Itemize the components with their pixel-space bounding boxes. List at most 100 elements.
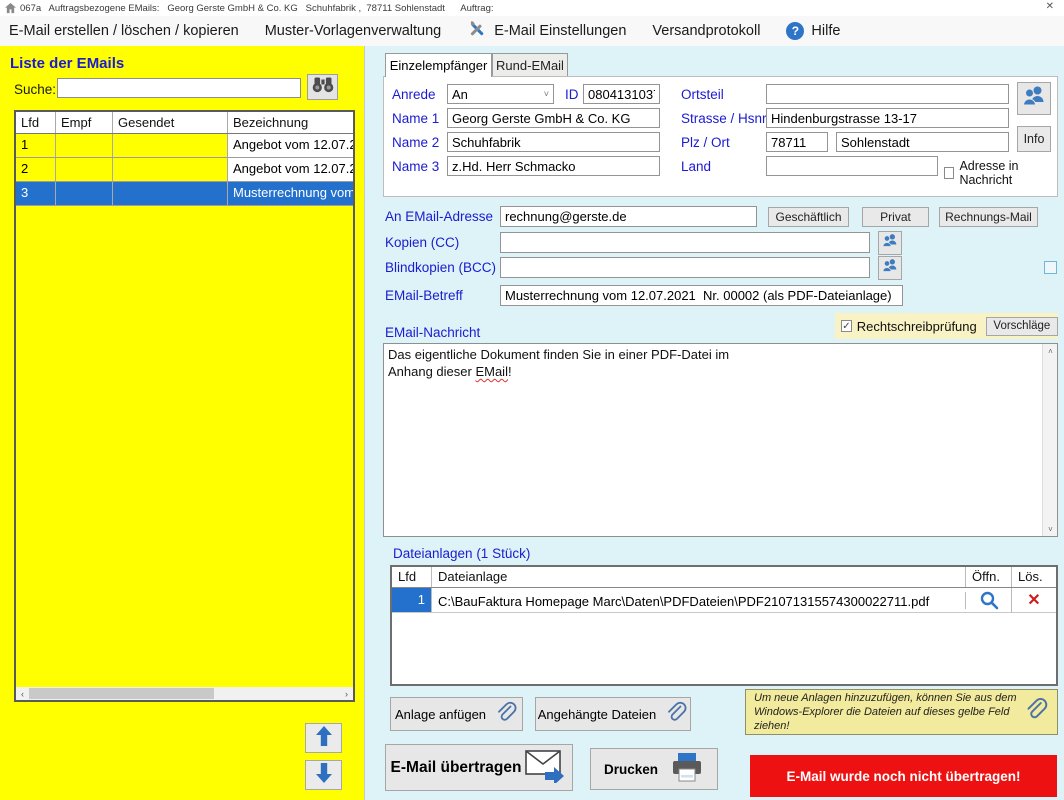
privat-button[interactable]: Privat [862, 207, 929, 227]
status-badge: E-Mail wurde noch nicht übertragen! [750, 755, 1057, 797]
menu-item-email-settings[interactable]: E-Mail Einstellungen [467, 19, 626, 43]
misspelled-word: EMail [475, 364, 508, 379]
paperclip-icon [1023, 696, 1049, 729]
adresse-in-nachricht-option[interactable]: Adresse in Nachricht [944, 159, 1057, 187]
button-label: Angehängte Dateien [538, 707, 657, 722]
delete-x-icon: ✕ [1027, 593, 1040, 609]
scroll-down-icon[interactable]: ˅ [1043, 522, 1058, 536]
contacts-people-icon [882, 233, 898, 253]
delete-attachment-button[interactable]: ✕ [1012, 591, 1056, 609]
hint-line: Um neue Anlagen hinzuzufügen, können Sie… [754, 691, 1017, 705]
search-button[interactable] [307, 74, 338, 100]
paperclip-icon [494, 700, 518, 729]
menu-item-help[interactable]: ? Hilfe [786, 22, 840, 40]
name1-field[interactable] [447, 108, 660, 128]
betreff-field[interactable] [500, 285, 903, 306]
cell-gesendet [113, 134, 228, 157]
menu-item-send-log[interactable]: Versandprotokoll [652, 23, 760, 39]
contacts-button[interactable] [1017, 82, 1051, 115]
send-email-button[interactable]: E-Mail übertragen [385, 744, 573, 791]
id-label: ID [565, 87, 579, 102]
geschaeftlich-button[interactable]: Geschäftlich [768, 207, 849, 227]
move-down-button[interactable] [305, 760, 342, 790]
message-line: Anhang dieser EMail! [388, 363, 1037, 380]
info-button[interactable]: Info [1017, 126, 1051, 152]
scrollbar-thumb[interactable] [29, 688, 214, 699]
adresse-checkbox-label: Adresse in Nachricht [959, 159, 1057, 187]
attachments-heading: Dateianlagen (1 Stück) [393, 546, 530, 561]
drag-drop-hint-box[interactable]: Um neue Anlagen hinzuzufügen, können Sie… [745, 689, 1058, 735]
table-row-selected[interactable]: 3 Musterrechnung vom 12.07.2 [16, 182, 353, 206]
land-field[interactable] [766, 156, 938, 176]
menu-item-template-management[interactable]: Muster-Vorlagenverwaltung [265, 23, 442, 39]
menu-item-create-delete-copy[interactable]: E-Mail erstellen / löschen / kopieren [9, 23, 239, 39]
vorschlaege-button[interactable]: Vorschläge [986, 317, 1058, 336]
column-header-dateianlage: Dateianlage [432, 567, 966, 587]
app-icon [5, 3, 16, 14]
tab-einzelempfaenger[interactable]: Einzelempfänger [385, 53, 492, 77]
open-attachment-button[interactable] [966, 588, 1012, 613]
name1-label: Name 1 [392, 111, 439, 126]
email-list-table: Lfd Empf Gesendet Bezeichnung 1 Angebot … [14, 110, 355, 702]
spellcheck-label: Rechtschreibprüfung [857, 319, 977, 334]
tab-rund-email[interactable]: Rund-EMail [492, 53, 568, 76]
strasse-field[interactable] [766, 108, 1009, 128]
column-header-lfd: Lfd [392, 567, 432, 587]
an-email-label: An EMail-Adresse [385, 209, 493, 224]
attachment-lfd: 1 [392, 588, 432, 612]
column-header-bezeichnung: Bezeichnung [228, 112, 353, 133]
menu-bar: E-Mail erstellen / löschen / kopieren Mu… [0, 16, 1064, 46]
close-icon[interactable]: ✕ [1046, 1, 1054, 12]
cell-empf [56, 134, 113, 157]
spellcheck-strip: ✓ Rechtschreibprüfung Vorschläge [835, 313, 1058, 339]
scroll-left-icon[interactable]: ‹ [16, 687, 29, 700]
cell-bezeichnung: Angebot vom 12.07.2021 Nr. [228, 158, 353, 181]
id-field[interactable] [583, 84, 660, 104]
scroll-up-icon[interactable]: ˄ [1043, 344, 1058, 358]
recipient-address-panel: Anrede An ˅ ID Name 1 Name 2 Name 3 Orts… [383, 76, 1058, 197]
move-up-button[interactable] [305, 723, 342, 753]
plz-field[interactable] [766, 132, 828, 152]
print-button[interactable]: Drucken [590, 748, 718, 790]
ort-field[interactable] [836, 132, 1009, 152]
email-table-header: Lfd Empf Gesendet Bezeichnung [16, 112, 353, 134]
column-header-loeschen: Lös. [1012, 567, 1056, 587]
scroll-right-icon[interactable]: › [340, 687, 353, 700]
adresse-checkbox[interactable] [944, 167, 954, 179]
search-input[interactable] [57, 78, 301, 98]
anlage-anfuegen-button[interactable]: Anlage anfügen [390, 697, 523, 731]
column-header-oeffnen: Öffn. [966, 567, 1012, 587]
cell-lfd: 2 [16, 158, 56, 181]
table-row[interactable]: 1 Angebot vom 12.07.2021 Nr. [16, 134, 353, 158]
cell-gesendet [113, 182, 228, 205]
anrede-select[interactable]: An ˅ [447, 84, 554, 104]
chevron-down-icon: ˅ [544, 89, 549, 99]
vertical-scrollbar[interactable]: ˄ ˅ [1042, 344, 1057, 536]
name2-field[interactable] [447, 132, 660, 152]
cc-field[interactable] [500, 232, 870, 253]
bcc-contacts-button[interactable] [878, 256, 902, 280]
spellcheck-checkbox[interactable]: ✓ [841, 320, 852, 332]
search-label: Suche: [14, 82, 56, 97]
bcc-label: Blindkopien (BCC) [385, 260, 496, 275]
table-row[interactable]: 2 Angebot vom 12.07.2021 Nr. [16, 158, 353, 182]
arrow-up-icon [315, 725, 333, 752]
menu-item-label: Versandprotokoll [652, 23, 760, 39]
angehaengte-dateien-button[interactable]: Angehängte Dateien [535, 697, 691, 731]
menu-item-label: E-Mail erstellen / löschen / kopieren [9, 23, 239, 39]
arrow-down-icon [315, 762, 333, 789]
window-title: 067a Auftragsbezogene EMails: Georg Gers… [20, 3, 494, 14]
horizontal-scrollbar[interactable]: ‹ › [16, 687, 353, 700]
name3-field[interactable] [447, 156, 660, 176]
side-checkbox[interactable] [1044, 261, 1057, 274]
envelope-send-icon [525, 747, 567, 788]
cc-contacts-button[interactable] [878, 231, 902, 255]
column-header-empf: Empf [56, 112, 113, 133]
ortsteil-field[interactable] [766, 84, 1009, 104]
message-textarea[interactable]: Das eigentliche Dokument finden Sie in e… [383, 343, 1058, 537]
bcc-field[interactable] [500, 257, 870, 278]
cc-label: Kopien (CC) [385, 235, 459, 250]
an-email-field[interactable] [500, 206, 757, 227]
attachment-row[interactable]: 1 C:\BauFaktura Homepage Marc\Daten\PDFD… [392, 588, 1056, 613]
rechnungs-mail-button[interactable]: Rechnungs-Mail [939, 207, 1038, 227]
